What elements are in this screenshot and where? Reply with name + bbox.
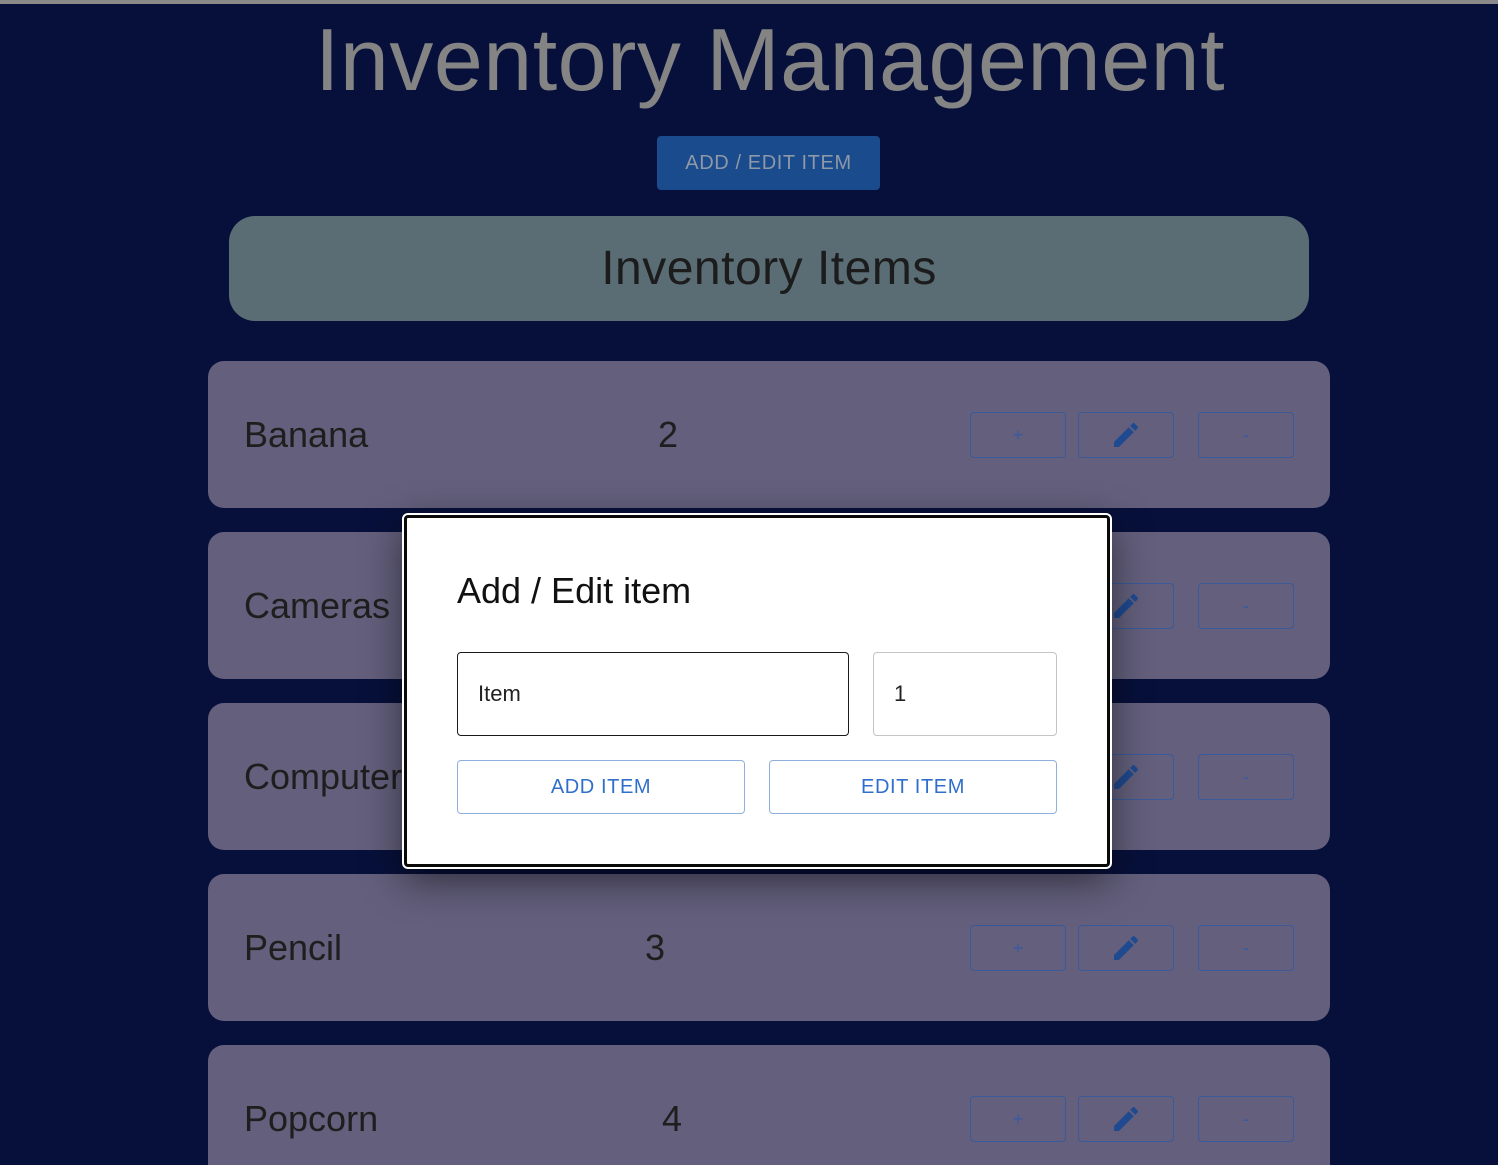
add-edit-item-button[interactable]: ADD / EDIT ITEM xyxy=(657,136,880,190)
add-edit-dialog: Add / Edit item ADD ITEM EDIT ITEM xyxy=(402,513,1112,869)
item-name: Pencil xyxy=(244,926,343,968)
pencil-icon xyxy=(1114,593,1139,618)
item-quantity: 2 xyxy=(658,413,679,455)
increment-button[interactable]: + xyxy=(970,1096,1066,1142)
item-quantity-field[interactable] xyxy=(873,652,1057,736)
item-name: Banana xyxy=(244,413,369,455)
decrement-button[interactable]: - xyxy=(1198,754,1294,800)
pencil-icon xyxy=(1114,1106,1139,1131)
item-name: Cameras xyxy=(244,584,391,626)
item-name-field[interactable] xyxy=(457,652,849,736)
page-title: Inventory Management xyxy=(314,10,1226,109)
inventory-items-header: Inventory Items xyxy=(229,216,1309,321)
item-name: Popcorn xyxy=(244,1097,379,1139)
edit-button[interactable] xyxy=(1078,925,1174,971)
decrement-button[interactable]: - xyxy=(1198,1096,1294,1142)
pencil-icon xyxy=(1114,935,1139,960)
edit-item-button[interactable]: EDIT ITEM xyxy=(769,760,1057,814)
pencil-icon xyxy=(1114,764,1139,789)
inventory-row-popcorn: Popcorn 4 + - xyxy=(208,1045,1330,1165)
add-item-button[interactable]: ADD ITEM xyxy=(457,760,745,814)
edit-button[interactable] xyxy=(1078,412,1174,458)
inventory-row-pencil: Pencil 3 + - xyxy=(208,874,1330,1021)
item-quantity-input[interactable] xyxy=(874,653,1056,735)
decrement-button[interactable]: - xyxy=(1198,583,1294,629)
decrement-button[interactable]: - xyxy=(1198,412,1294,458)
increment-button[interactable]: + xyxy=(970,412,1066,458)
edit-button[interactable] xyxy=(1078,1096,1174,1142)
increment-button[interactable]: + xyxy=(970,925,1066,971)
decrement-button[interactable]: - xyxy=(1198,925,1294,971)
item-name: Computer xyxy=(244,755,403,797)
inventory-items-title: Inventory Items xyxy=(601,242,937,295)
item-quantity: 3 xyxy=(645,926,666,968)
top-strip xyxy=(0,0,1498,4)
pencil-icon xyxy=(1114,422,1139,447)
item-name-input[interactable] xyxy=(458,653,848,735)
inventory-row-banana: Banana 2 + - xyxy=(208,361,1330,508)
item-quantity: 4 xyxy=(662,1097,683,1139)
dialog-title: Add / Edit item xyxy=(457,570,692,611)
